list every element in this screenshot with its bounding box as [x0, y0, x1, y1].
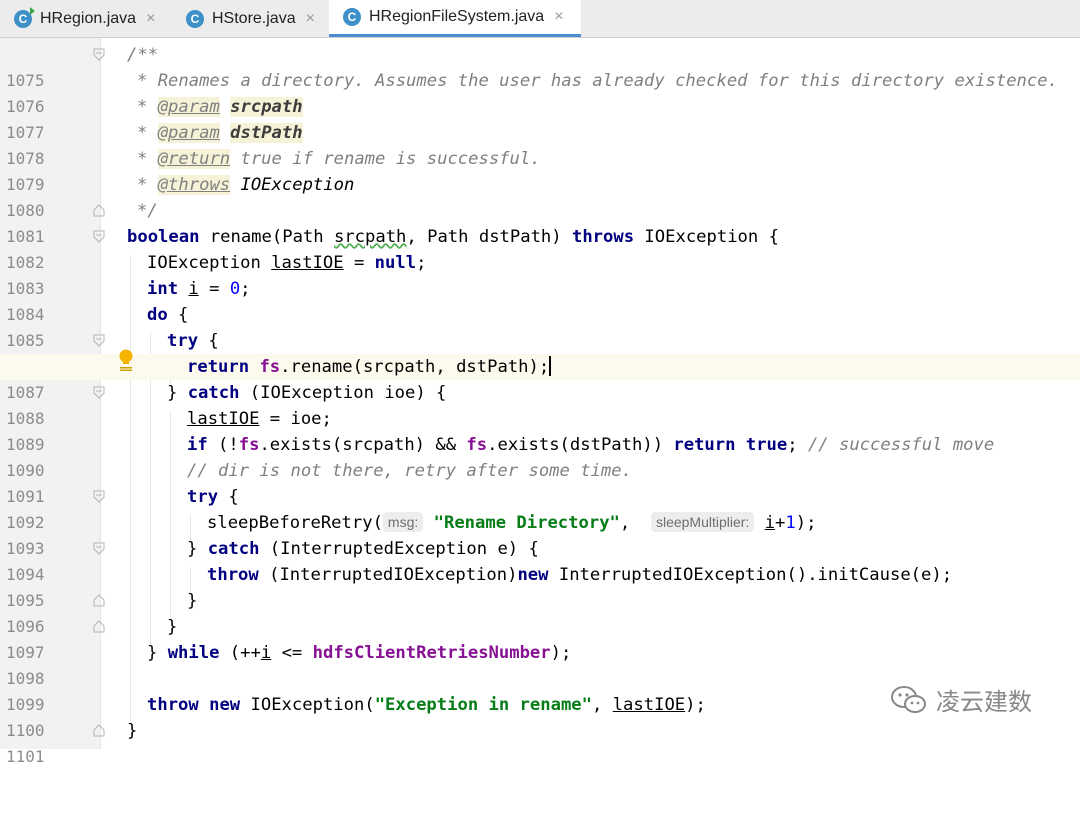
fold-open-icon[interactable]: [93, 334, 105, 347]
code-text: try {: [167, 331, 219, 351]
parameter-hint: sleepMultiplier:: [650, 512, 755, 532]
code-text: * @throws IOException: [137, 175, 355, 195]
java-class-icon: C: [186, 9, 204, 28]
code-line[interactable]: 1081 */: [0, 198, 1080, 246]
code-text: }: [127, 721, 138, 741]
code-text: /**: [127, 45, 159, 65]
code-text: // dir is not there, retry after some ti…: [187, 461, 632, 481]
code-line[interactable]: 1075 /**: [0, 42, 1080, 90]
code-line[interactable]: 1084 int i = 0;: [0, 276, 1080, 324]
java-class-icon: C: [14, 6, 35, 28]
tab-label: HStore.java: [212, 9, 296, 27]
code-line[interactable]: 1080 * @throws IOException: [0, 172, 1080, 220]
code-line[interactable]: 1085 do {: [0, 302, 1080, 350]
code-line[interactable]: 1090 if (!fs.exists(srcpath) && fs.exist…: [0, 432, 1080, 480]
code-line[interactable]: 1092 try {: [0, 484, 1080, 532]
code-line[interactable]: 1096 }: [0, 588, 1080, 636]
code-text: } while (++i <= hdfsClientRetriesNumber)…: [147, 643, 572, 663]
code-text: } catch (IOException ioe) {: [167, 383, 447, 403]
code-text: * @param dstPath: [137, 123, 303, 143]
fold-open-icon[interactable]: [93, 386, 105, 399]
text-cursor: [549, 356, 552, 376]
watermark: 凌云建数: [890, 682, 1032, 717]
code-line[interactable]: 1088 } catch (IOException ioe) {: [0, 380, 1080, 428]
code-text: if (!fs.exists(srcpath) && fs.exists(dst…: [187, 435, 995, 455]
fold-open-icon[interactable]: [93, 542, 105, 555]
code-text: } catch (InterruptedException e) {: [187, 539, 539, 559]
code-line[interactable]: 1083 IOException lastIOE = null;: [0, 250, 1080, 298]
code-line[interactable]: 1101 }: [0, 718, 1080, 766]
fold-close-icon[interactable]: [93, 204, 105, 217]
close-icon[interactable]: ×: [146, 10, 155, 28]
code-text: boolean rename(Path srcpath, Path dstPat…: [127, 227, 779, 247]
code-text: int i = 0;: [147, 279, 251, 299]
code-text: throw new IOException("Exception in rena…: [147, 695, 706, 715]
tab-label: HRegion.java: [40, 9, 137, 27]
code-text: }: [187, 591, 198, 611]
code-text: }: [167, 617, 178, 637]
code-line[interactable]: 1093 sleepBeforeRetry(msg: "Rename Direc…: [0, 510, 1080, 558]
editor-tab-bar: C HRegion.java × C HStore.java × C HRegi…: [0, 0, 1080, 38]
code-line[interactable]: 1077 * @param srcpath: [0, 94, 1080, 142]
close-icon[interactable]: ×: [306, 10, 315, 28]
code-line[interactable]: 1095 throw (InterruptedIOException)new I…: [0, 562, 1080, 610]
code-line[interactable]: 1097 }: [0, 614, 1080, 662]
code-line[interactable]: 1098 } while (++i <= hdfsClientRetriesNu…: [0, 640, 1080, 688]
code-text: IOException lastIOE = null;: [147, 253, 427, 273]
watermark-text: 凌云建数: [936, 688, 1032, 716]
code-text: */: [137, 201, 158, 221]
fold-close-icon[interactable]: [93, 594, 105, 607]
tab-hregion[interactable]: C HRegion.java ×: [0, 0, 172, 37]
code-text: do {: [147, 305, 189, 325]
tab-hregionfilesystem[interactable]: C HRegionFileSystem.java ×: [329, 0, 581, 37]
tab-hstore[interactable]: C HStore.java ×: [172, 0, 329, 37]
code-text: return fs.rename(srcpath, dstPath);: [187, 356, 552, 377]
code-line[interactable]: 1086 try {: [0, 328, 1080, 376]
fold-open-icon[interactable]: [93, 490, 105, 503]
wechat-icon: [891, 685, 926, 713]
code-text: lastIOE = ioe;: [187, 409, 332, 429]
code-line[interactable]: 1091 // dir is not there, retry after so…: [0, 458, 1080, 506]
fold-open-icon[interactable]: [93, 230, 105, 243]
lightbulb-icon[interactable]: [118, 349, 134, 371]
fold-close-icon[interactable]: [93, 620, 105, 633]
code-text: * @param srcpath: [137, 97, 303, 117]
close-icon[interactable]: ×: [554, 8, 563, 26]
code-text: try {: [187, 487, 239, 507]
line-number: 1101: [6, 747, 45, 766]
code-text: * Renames a directory. Assumes the user …: [137, 71, 1058, 91]
code-line[interactable]: 1079 * @return true if rename is success…: [0, 146, 1080, 194]
fold-open-icon[interactable]: [93, 48, 105, 61]
code-line[interactable]: 1076 * Renames a directory. Assumes the …: [0, 68, 1080, 116]
tab-label: HRegionFileSystem.java: [369, 8, 545, 25]
code-text: sleepBeforeRetry(msg: "Rename Directory"…: [207, 512, 817, 533]
java-class-icon: C: [343, 8, 361, 26]
code-line[interactable]: 1082 boolean rename(Path srcpath, Path d…: [0, 224, 1080, 272]
code-line[interactable]: 1094 } catch (InterruptedException e) {: [0, 536, 1080, 584]
code-line-current[interactable]: 1087 return fs.rename(srcpath, dstPath);: [0, 354, 1080, 402]
code-text: throw (InterruptedIOException)new Interr…: [207, 565, 953, 585]
fold-close-icon[interactable]: [93, 724, 105, 737]
parameter-hint: msg:: [382, 512, 424, 532]
code-line[interactable]: 1089 lastIOE = ioe;: [0, 406, 1080, 454]
code-line[interactable]: 1078 * @param dstPath: [0, 120, 1080, 168]
code-text: * @return true if rename is successful.: [137, 149, 541, 169]
